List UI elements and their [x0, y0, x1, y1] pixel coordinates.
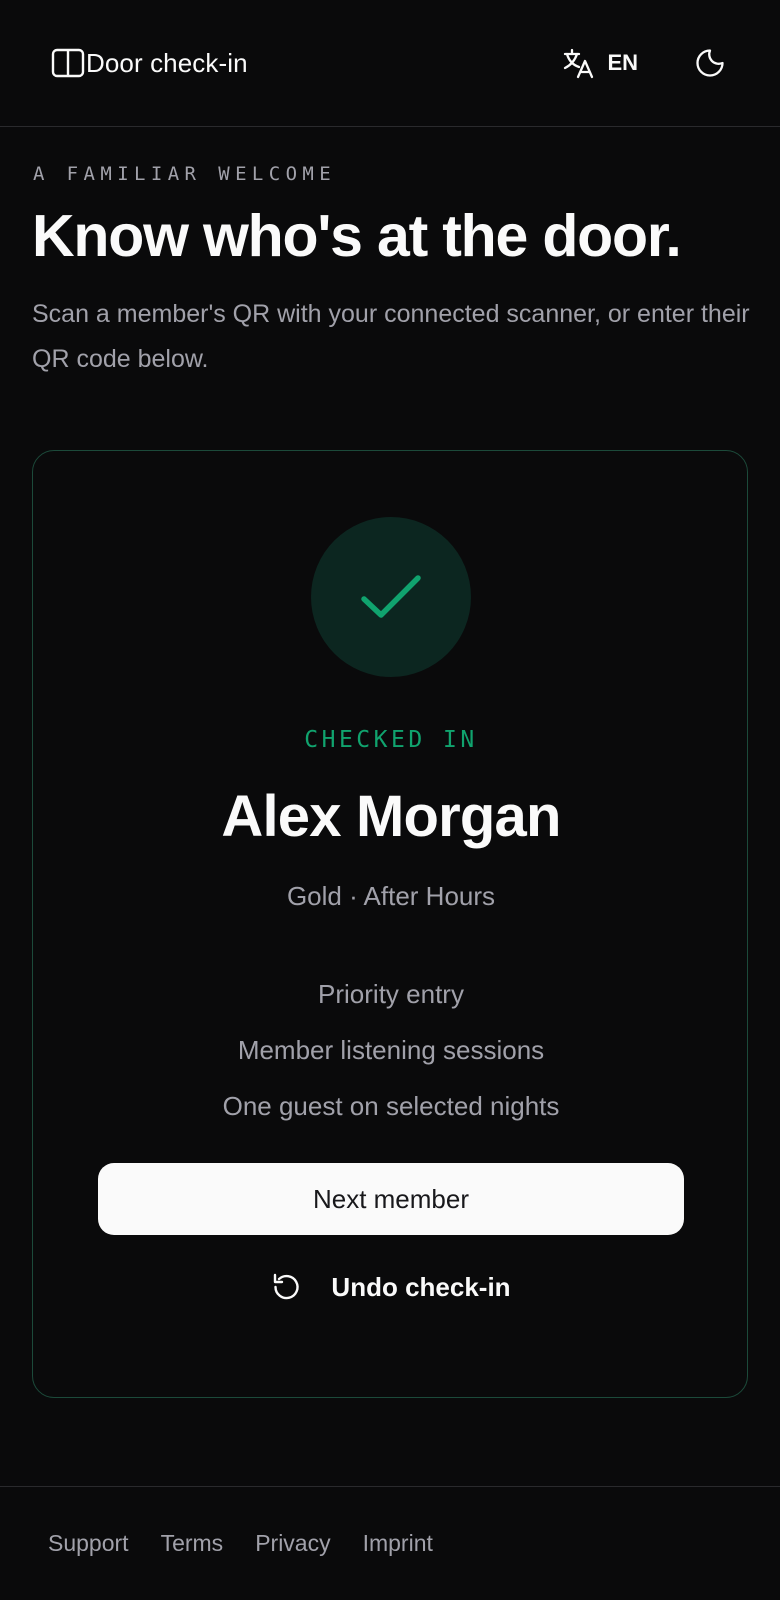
language-switcher[interactable]: EN [553, 35, 648, 91]
footer-link-terms[interactable]: Terms [161, 1530, 224, 1557]
undo-checkin-button[interactable]: Undo check-in [33, 1251, 749, 1323]
footer-link-imprint[interactable]: Imprint [363, 1530, 433, 1557]
header: Door check-in EN [0, 0, 780, 127]
member-name: Alex Morgan [221, 784, 561, 849]
status-label: CHECKED IN [304, 727, 478, 753]
perks-list: Priority entry Member listening sessions… [33, 966, 749, 1134]
translate-icon [564, 48, 594, 79]
page: Door check-in EN A FAMILIAR WELCOME Know… [0, 0, 780, 1600]
footer-link-privacy[interactable]: Privacy [255, 1530, 330, 1557]
perk-item: One guest on selected nights [222, 1091, 560, 1121]
footer-link-support[interactable]: Support [48, 1530, 129, 1557]
moon-icon [696, 49, 724, 77]
eyebrow: A FAMILIAR WELCOME [33, 163, 337, 185]
undo-icon [274, 1273, 300, 1300]
footer: Support Terms Privacy Imprint [0, 1486, 780, 1600]
page-description: Scan a member's QR with your connected s… [32, 300, 750, 373]
check-icon [361, 575, 421, 618]
checkin-result-card: CHECKED IN Alex Morgan Gold · After Hour… [32, 450, 748, 1398]
undo-checkin-label: Undo check-in [331, 1271, 511, 1302]
perk-item: Priority entry [318, 979, 464, 1009]
theme-toggle-button[interactable] [682, 35, 738, 91]
language-label: EN [607, 50, 638, 75]
perk-item: Member listening sessions [237, 1035, 545, 1065]
next-member-button[interactable]: Next member [98, 1163, 684, 1235]
sidebar-toggle-icon [51, 48, 85, 78]
app-title: Door check-in [86, 47, 248, 78]
member-tier: Gold · After Hours [286, 881, 496, 911]
sidebar-toggle-button[interactable] [32, 27, 104, 99]
page-title: Know who's at the door. [32, 203, 682, 269]
header-actions: EN [553, 35, 738, 91]
status-indicator [311, 517, 471, 677]
